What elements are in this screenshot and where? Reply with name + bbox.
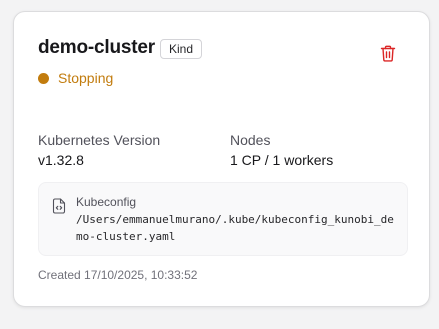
nodes-label: Nodes bbox=[230, 132, 271, 148]
cluster-name: demo-cluster bbox=[38, 37, 155, 58]
kubernetes-version-value: v1.32.8 bbox=[38, 152, 84, 168]
kubeconfig-box: Kubeconfig /Users/emmanuelmurano/.kube/k… bbox=[38, 182, 408, 256]
cluster-status: Stopping bbox=[38, 70, 113, 86]
kubernetes-version-label: Kubernetes Version bbox=[38, 132, 161, 148]
cluster-card: demo-cluster Kind Stopping Kubernetes Ve… bbox=[13, 11, 430, 307]
status-dot bbox=[38, 72, 49, 84]
kubeconfig-label: Kubeconfig bbox=[76, 195, 137, 209]
nodes-value: 1 CP / 1 workers bbox=[230, 152, 334, 168]
kubeconfig-path: /Users/emmanuelmurano/.kube/kubeconfig_k… bbox=[76, 213, 394, 243]
delete-cluster-button[interactable] bbox=[376, 41, 400, 65]
trash-icon bbox=[380, 45, 396, 62]
status-label: Stopping bbox=[58, 70, 114, 86]
cluster-type-badge: Kind bbox=[160, 39, 203, 59]
created-timestamp: Created 17/10/2025, 10:33:52 bbox=[38, 268, 198, 282]
file-code-icon bbox=[52, 198, 66, 214]
